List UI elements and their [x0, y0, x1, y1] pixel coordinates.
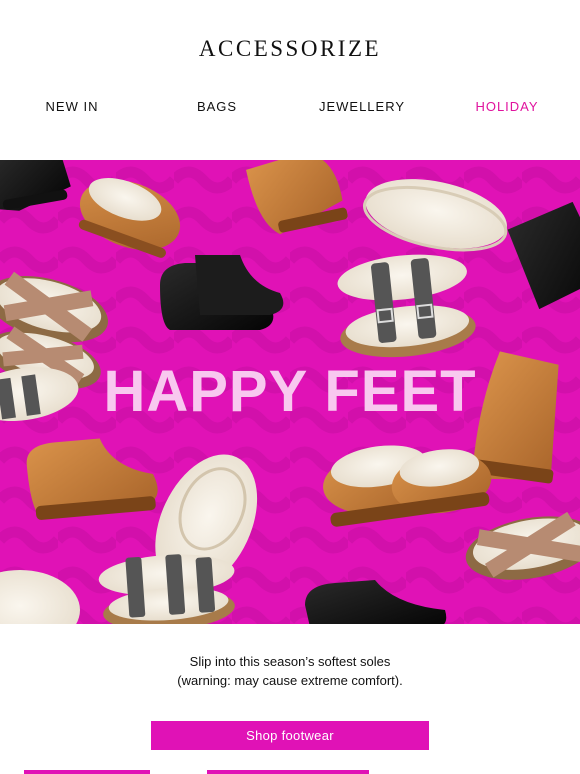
- next-section-button-1[interactable]: [24, 770, 150, 774]
- nav-item-bags[interactable]: BAGS: [197, 99, 237, 114]
- hero-title: HAPPY FEET: [103, 359, 477, 424]
- body-copy-line-1: Slip into this season’s softest soles: [189, 654, 391, 669]
- next-section-button-2[interactable]: [207, 770, 369, 774]
- email-body: ACCESSORIZE NEW IN BAGS JEWELLERY HOLIDA…: [0, 0, 580, 774]
- brand-logo[interactable]: ACCESSORIZE: [0, 36, 580, 62]
- nav-item-new-in[interactable]: NEW IN: [46, 99, 99, 114]
- hero-banner[interactable]: HAPPY FEET: [0, 160, 580, 624]
- nav-item-holiday[interactable]: HOLIDAY: [475, 99, 538, 114]
- main-nav: NEW IN BAGS JEWELLERY HOLIDAY: [0, 99, 580, 115]
- nav-item-jewellery[interactable]: JEWELLERY: [319, 99, 405, 114]
- body-copy: Slip into this season’s softest soles (w…: [0, 652, 580, 690]
- body-copy-line-2: (warning: may cause extreme comfort).: [177, 673, 403, 688]
- shop-footwear-button[interactable]: Shop footwear: [151, 721, 429, 750]
